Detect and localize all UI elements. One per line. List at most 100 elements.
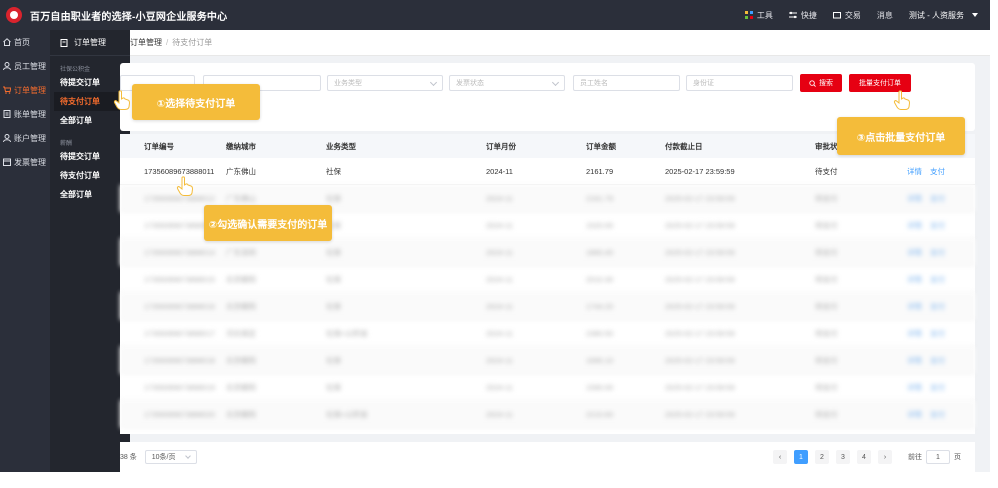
- table-row[interactable]: 17356089673888019 北京朝阳 社保 2024-11 1590.00 202…: [120, 374, 975, 401]
- cell-actions: 详情 支付: [907, 193, 967, 204]
- detail-link[interactable]: 详情: [907, 220, 922, 231]
- search-button[interactable]: 搜索: [800, 74, 842, 92]
- submenu-item-all-orders[interactable]: 全部订单: [50, 111, 130, 130]
- sidebar-item-orders[interactable]: 订单管理: [0, 78, 50, 102]
- cell-type: 社保: [326, 193, 341, 203]
- table-row[interactable]: 17356089673888011 广东佛山 社保 2024-11 2161.7…: [120, 158, 975, 185]
- cell-city: 广东佛山: [226, 193, 256, 203]
- detail-link[interactable]: 详情: [907, 247, 922, 258]
- id-card-input[interactable]: 身份证: [686, 75, 793, 91]
- pay-link[interactable]: 支付: [930, 274, 945, 285]
- detail-link[interactable]: 详情: [907, 193, 922, 204]
- cell-amount: 1590.00: [586, 382, 614, 392]
- employee-name-placeholder: 员工姓名: [580, 80, 608, 87]
- cell-status: 待支付: [815, 166, 838, 176]
- pay-link[interactable]: 支付: [930, 166, 945, 177]
- submenu-item-salary-all-orders[interactable]: 全部订单: [50, 185, 130, 204]
- cell-city: 北京朝阳: [226, 409, 256, 419]
- pay-link[interactable]: 支付: [930, 409, 945, 420]
- cell-amount: 1860.40: [586, 247, 614, 257]
- col-month: 订单月份: [486, 141, 516, 151]
- submenu-item-salary-pending-payment[interactable]: 待支付订单: [50, 166, 130, 185]
- cell-order-no: 17356089673888018: [144, 355, 215, 365]
- goto-page-input[interactable]: 1: [926, 450, 950, 464]
- cell-actions: 详情 支付: [907, 328, 967, 339]
- cell-city: 广东佛山: [226, 166, 256, 176]
- sidebar-item-employees[interactable]: 员工管理: [0, 54, 50, 78]
- table-row[interactable]: 17356089673888018 北京朝阳 社保 2024-11 1690.10 202…: [120, 347, 975, 374]
- cell-status: 待支付: [815, 301, 838, 311]
- submenu-title: 订单管理: [74, 38, 106, 47]
- detail-link[interactable]: 详情: [907, 355, 922, 366]
- right-margin: [990, 0, 998, 488]
- cell-city: 广东深圳: [226, 247, 256, 257]
- detail-link[interactable]: 详情: [907, 382, 922, 393]
- cell-month: 2024-11: [486, 274, 513, 284]
- cell-type: 社保: [326, 382, 341, 392]
- table-row[interactable]: 17356089673888020 北京朝阳 社保+公积金 2024-11 2210.6…: [120, 401, 975, 428]
- table-row[interactable]: 17356089673888016 北京朝阳 社保 2024-11 1744.20 202…: [120, 293, 975, 320]
- cell-deadline: 2025-02-17 23:59:59: [665, 355, 735, 365]
- detail-link[interactable]: 详情: [907, 328, 922, 339]
- page-size-select[interactable]: 10条/页: [144, 450, 197, 464]
- business-type-select[interactable]: 业务类型: [327, 75, 443, 91]
- cell-amount: 2210.60: [586, 409, 614, 419]
- pay-link[interactable]: 支付: [930, 382, 945, 393]
- submenu-item-salary-pending-submit[interactable]: 待提交订单: [50, 147, 130, 166]
- breadcrumb-parent[interactable]: 订单管理: [130, 37, 162, 48]
- order-icon: [60, 38, 68, 47]
- detail-link[interactable]: 详情: [907, 301, 922, 312]
- invoice-status-select[interactable]: 发票状态: [449, 75, 565, 91]
- transactions-menu[interactable]: 交易: [832, 10, 861, 21]
- cell-order-no: 17356089673888019: [144, 382, 215, 392]
- messages-menu[interactable]: 消息: [877, 10, 893, 21]
- cell-deadline: 2025-02-17 23:59:59: [665, 220, 735, 230]
- cell-deadline: 2025-02-17 23:59:59: [665, 166, 735, 176]
- detail-link[interactable]: 详情: [907, 166, 922, 177]
- employee-name-input[interactable]: 员工姓名: [573, 75, 680, 91]
- table-row[interactable]: 17356089673888017 河北保定 社保+公积金 2024-11 2380.5…: [120, 320, 975, 347]
- pagination: 38 条 10条/页 ‹ 1 2 3 4 › 前往 1 页: [120, 442, 975, 472]
- pay-link[interactable]: 支付: [930, 328, 945, 339]
- cell-month: 2024-11: [486, 220, 513, 230]
- sidebar-item-invoices[interactable]: 发票管理: [0, 150, 50, 174]
- page-button[interactable]: 2: [815, 450, 829, 464]
- cell-actions: 详情 支付: [907, 382, 967, 393]
- sidebar-item-label: 订单管理: [14, 85, 46, 95]
- cell-order-no: 17356089673888011: [144, 166, 215, 176]
- cell-status: 待支付: [815, 355, 838, 365]
- shortcuts-menu[interactable]: 快捷: [788, 10, 817, 21]
- table-row[interactable]: 17356089673888014 广东深圳 社保 2024-11 1860.40 202…: [120, 239, 975, 266]
- sidebar: 首页 员工管理 订单管理 账单管理 账户管理 发票管理: [0, 30, 50, 472]
- sidebar-item-bills[interactable]: 账单管理: [0, 102, 50, 126]
- sidebar-item-accounts[interactable]: 账户管理: [0, 126, 50, 150]
- tools-menu[interactable]: 工具: [744, 10, 773, 21]
- next-page-button[interactable]: ›: [878, 450, 892, 464]
- pay-link[interactable]: 支付: [930, 247, 945, 258]
- id-card-placeholder: 身份证: [693, 80, 714, 87]
- cell-order-no: 17356089673888017: [144, 328, 215, 338]
- cell-type: 社保: [326, 301, 341, 311]
- cell-month: 2024-11: [486, 328, 513, 338]
- cell-order-no: 17356089673888020: [144, 409, 215, 419]
- pay-link[interactable]: 支付: [930, 355, 945, 366]
- cell-amount: 1690.10: [586, 355, 614, 365]
- detail-link[interactable]: 详情: [907, 409, 922, 420]
- table-row[interactable]: 17356089673888015 北京朝阳 社保 2024-11 2010.30 202…: [120, 266, 975, 293]
- prev-page-button[interactable]: ‹: [773, 450, 787, 464]
- callout-step1: ①选择待支付订单: [132, 84, 260, 120]
- user-menu[interactable]: 测试 - 人资服务: [909, 10, 978, 21]
- page-button[interactable]: 3: [836, 450, 850, 464]
- chevron-down-icon: [429, 78, 438, 87]
- chevron-down-icon: [551, 78, 560, 87]
- pay-link[interactable]: 支付: [930, 220, 945, 231]
- page-button[interactable]: 1: [794, 450, 808, 464]
- breadcrumb-separator: /: [166, 38, 169, 47]
- pay-link[interactable]: 支付: [930, 301, 945, 312]
- cell-month: 2024-11: [486, 301, 513, 311]
- search-icon: [809, 79, 816, 87]
- pay-link[interactable]: 支付: [930, 193, 945, 204]
- detail-link[interactable]: 详情: [907, 274, 922, 285]
- page-button[interactable]: 4: [857, 450, 871, 464]
- sidebar-item-home[interactable]: 首页: [0, 30, 50, 54]
